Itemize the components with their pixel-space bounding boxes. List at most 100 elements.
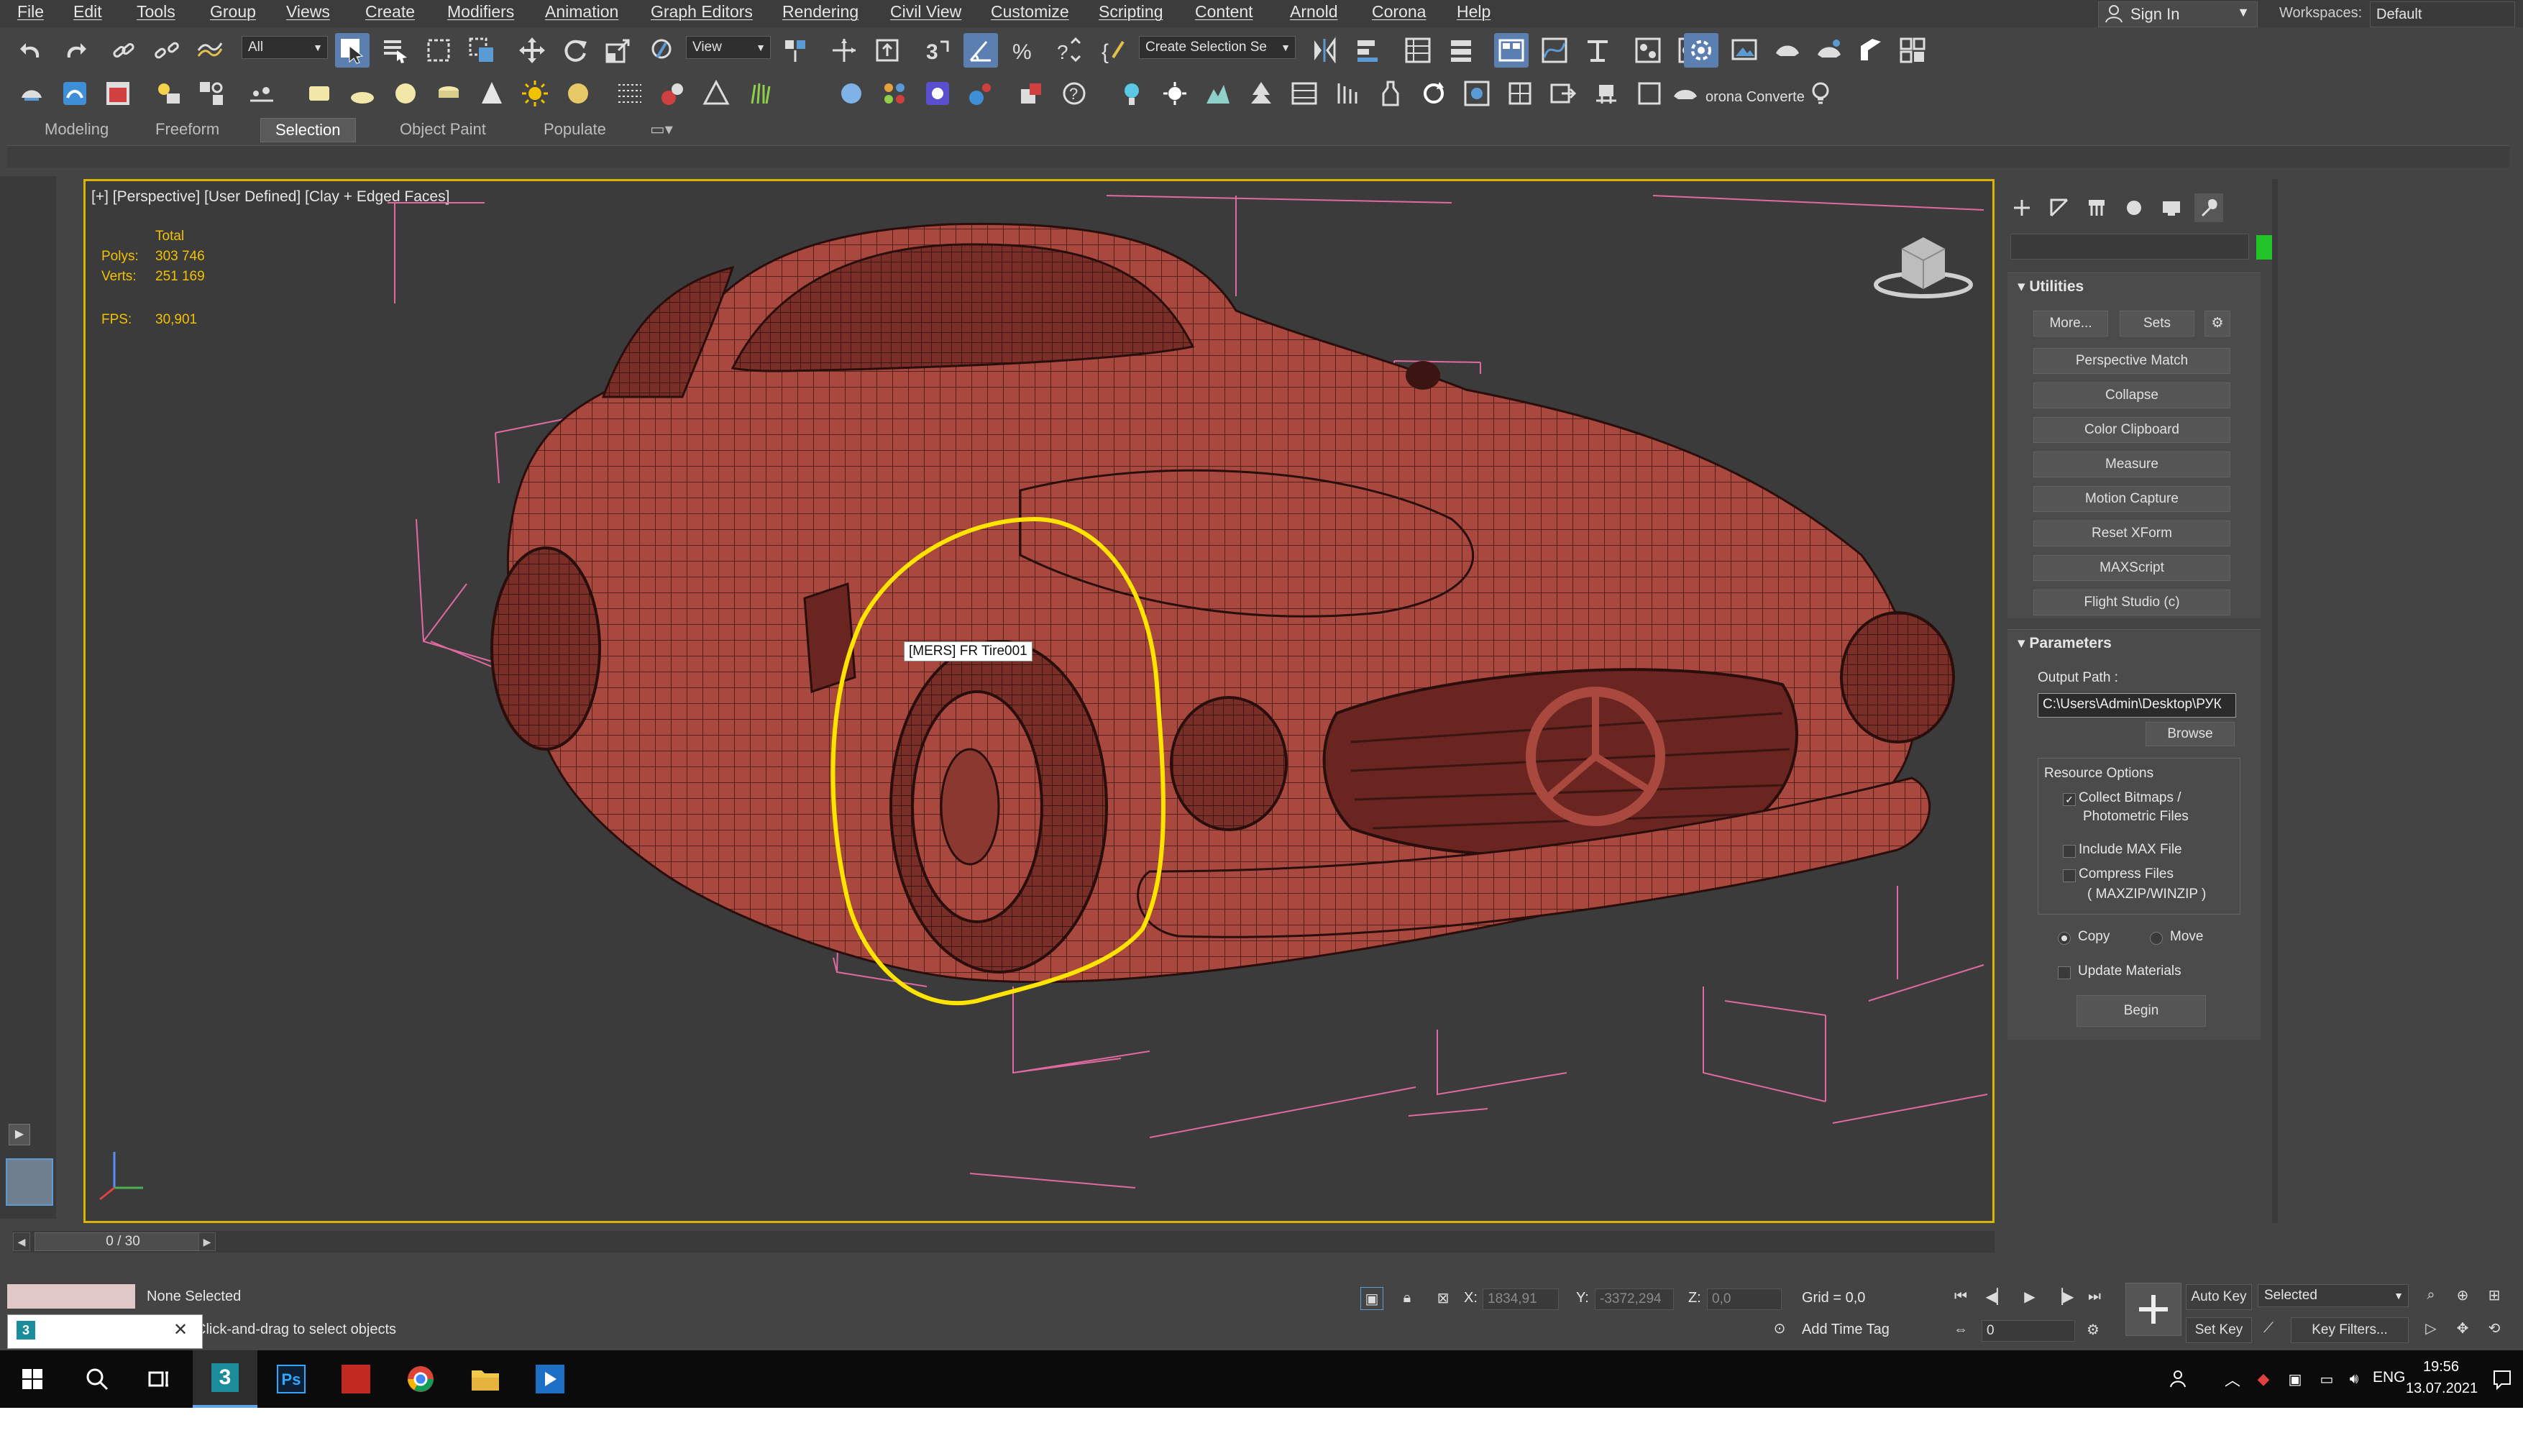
begin-button[interactable]: Begin — [2076, 995, 2206, 1027]
sign-in-dropdown[interactable]: Sign In ▼ — [2098, 1, 2258, 27]
flight-studio-button[interactable]: Flight Studio (c) — [2033, 590, 2230, 615]
terrain-icon[interactable] — [1201, 76, 1235, 111]
export-icon[interactable] — [1546, 76, 1580, 111]
set-keys-icon[interactable] — [2125, 1283, 2181, 1336]
utilities-rollout-title[interactable]: ▾ Utilities — [2018, 278, 2084, 296]
named-selection-set-select[interactable]: Create Selection Se ▼ — [1139, 36, 1296, 59]
grid-icon[interactable] — [1895, 33, 1930, 68]
corona-box-light-icon[interactable] — [302, 76, 336, 111]
corona-cone-light-icon[interactable] — [475, 76, 509, 111]
next-frame-icon[interactable]: ▕▶ — [2052, 1286, 2074, 1307]
copy-radio[interactable] — [2058, 932, 2071, 945]
taskbar-chrome-icon[interactable] — [388, 1350, 453, 1408]
expand-arrow-icon[interactable]: ▶ — [9, 1124, 30, 1145]
taskbar-explorer-icon[interactable] — [453, 1350, 518, 1408]
configure-sets-icon[interactable]: ⚙ — [2204, 311, 2230, 336]
color-clipboard-button[interactable]: Color Clipboard — [2033, 417, 2230, 443]
y-coordinate-field[interactable]: -3372,294 — [1595, 1288, 1674, 1310]
menu-civil-view[interactable]: Civil View — [890, 2, 961, 22]
corona-cylinder-light-icon[interactable] — [431, 76, 466, 111]
viewcube-icon[interactable] — [1873, 227, 1974, 299]
rotate-icon[interactable] — [558, 33, 592, 68]
menu-create[interactable]: Create — [365, 2, 415, 22]
go-to-end-icon[interactable]: ⏭ — [2084, 1286, 2105, 1307]
selection-lock-icon[interactable]: 🔒︎ — [1396, 1287, 1418, 1309]
utilities-tab-icon[interactable] — [2194, 193, 2223, 222]
align-icon[interactable] — [1350, 33, 1385, 68]
sun-settings-icon[interactable] — [1158, 76, 1192, 111]
include-max-file-checkbox[interactable] — [2063, 845, 2076, 858]
create-tab-icon[interactable] — [2007, 193, 2036, 222]
viewport-layout-thumb[interactable] — [6, 1158, 53, 1206]
key-tangent-icon[interactable]: ⟋ — [2258, 1317, 2279, 1339]
notifications-icon[interactable] — [2482, 1350, 2522, 1408]
motion-capture-button[interactable]: Motion Capture — [2033, 486, 2230, 512]
window-icon[interactable] — [1632, 76, 1667, 111]
select-object-icon[interactable] — [335, 33, 370, 68]
menu-file[interactable]: File — [17, 2, 44, 22]
measure-button[interactable]: Measure — [2033, 452, 2230, 477]
orbit-icon[interactable]: ⟲ — [2483, 1317, 2505, 1339]
command-panel-scrollbar[interactable] — [2272, 179, 2278, 1223]
browse-button[interactable]: Browse — [2146, 722, 2235, 746]
dope-sheet-icon[interactable] — [1580, 33, 1615, 68]
menu-scripting[interactable]: Scripting — [1099, 2, 1163, 22]
collect-bitmaps-checkbox[interactable]: ✓ — [2063, 793, 2076, 806]
frame-icon[interactable] — [1503, 76, 1537, 111]
corona-shadow-catcher-icon[interactable] — [1014, 76, 1048, 111]
clock-date[interactable]: 13.07.2021 — [2406, 1381, 2478, 1397]
taskbar-media-player-icon[interactable] — [518, 1350, 582, 1408]
unlink-icon[interactable] — [150, 33, 184, 68]
corona-converter-icon[interactable] — [920, 76, 955, 111]
table-icon[interactable] — [1287, 76, 1322, 111]
current-frame-field[interactable]: 0 — [1982, 1320, 2075, 1342]
help-icon[interactable]: ? — [1057, 76, 1091, 111]
tab-selection[interactable]: Selection — [260, 118, 356, 142]
z-coordinate-field[interactable]: 0,0 — [1707, 1288, 1782, 1310]
x-coordinate-field[interactable]: 1834,91 — [1483, 1288, 1559, 1310]
corona-distance-icon[interactable] — [963, 76, 998, 111]
object-name-field[interactable] — [2010, 234, 2249, 260]
corona-disk-light-icon[interactable] — [345, 76, 380, 111]
go-to-start-icon[interactable]: ⏮ — [1950, 1286, 1972, 1307]
sliced-icon[interactable] — [1330, 76, 1365, 111]
isolate-selection-icon[interactable]: ▣ — [1360, 1287, 1383, 1310]
tab-object-paint[interactable]: Object Paint — [385, 118, 500, 141]
corona-converter-teapot-icon[interactable] — [1668, 76, 1703, 111]
people-icon[interactable] — [2158, 1350, 2202, 1408]
menu-rendering[interactable]: Rendering — [782, 2, 858, 22]
render-iterative-icon[interactable] — [1812, 33, 1846, 68]
corona-sphere-light-icon[interactable] — [388, 76, 423, 111]
pivot-point-center-icon[interactable] — [778, 33, 812, 68]
open-a360-gallery-icon[interactable] — [1854, 33, 1888, 68]
car-model-mesh[interactable] — [86, 181, 1992, 1221]
move-radio[interactable] — [2150, 932, 2163, 945]
select-by-name-icon[interactable] — [378, 33, 413, 68]
compress-files-checkbox[interactable] — [2063, 869, 2076, 882]
lightbulb-icon[interactable] — [1803, 76, 1838, 111]
volume-icon[interactable]: 🔊︎ — [2338, 1350, 2370, 1408]
windows-start-icon[interactable] — [0, 1350, 65, 1408]
more-button[interactable]: More... — [2033, 311, 2108, 336]
render-setup-icon[interactable] — [1684, 33, 1718, 68]
layer-explorer-icon[interactable] — [1444, 33, 1478, 68]
select-and-link-icon[interactable] — [106, 33, 141, 68]
close-icon[interactable]: ✕ — [173, 1319, 188, 1340]
display-tab-icon[interactable] — [2157, 193, 2186, 222]
scale-icon[interactable] — [601, 33, 636, 68]
time-slider[interactable]: ◀ 0 / 30 ▶ — [13, 1231, 1995, 1253]
curve-editor-icon[interactable] — [1537, 33, 1572, 68]
chevron-up-icon[interactable]: ︿ — [2215, 1350, 2250, 1408]
key-filters-button[interactable]: Key Filters... — [2291, 1317, 2409, 1343]
update-materials-checkbox[interactable] — [2058, 966, 2071, 979]
taskbar-3dsmax-icon[interactable]: 3 — [193, 1350, 257, 1408]
taskbar-dota-icon[interactable] — [324, 1350, 388, 1408]
tab-freeform[interactable]: Freeform — [141, 118, 234, 141]
viewport-layout-icon[interactable] — [1460, 76, 1494, 111]
menu-graph-editors[interactable]: Graph Editors — [651, 2, 753, 22]
undo-icon[interactable] — [14, 33, 49, 68]
tab-populate[interactable]: Populate — [529, 118, 621, 141]
time-slider-thumb[interactable]: 0 / 30 — [35, 1232, 211, 1251]
corona-camera-icon[interactable] — [699, 76, 733, 111]
ribbon-options-icon[interactable]: ▭▾ — [636, 118, 687, 141]
